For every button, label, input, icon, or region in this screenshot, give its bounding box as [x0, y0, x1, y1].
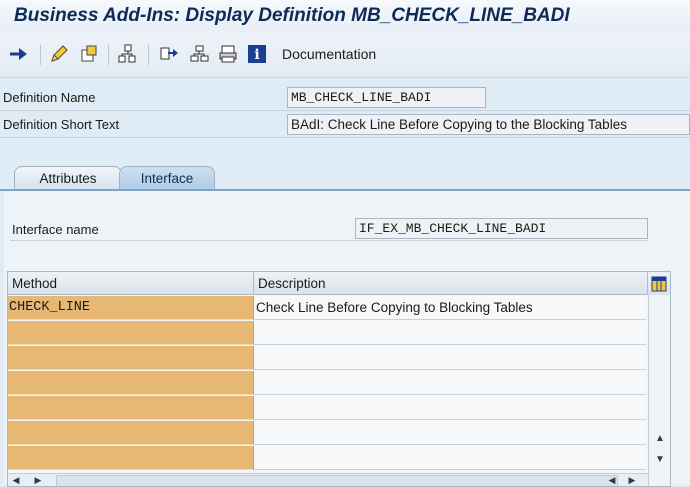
tab-attributes[interactable]: Attributes: [14, 166, 122, 190]
divider: [10, 240, 648, 241]
scroll-down-icon[interactable]: ▼: [652, 452, 668, 466]
documentation-button[interactable]: Documentation: [282, 46, 376, 62]
description-cell[interactable]: [254, 321, 646, 345]
method-cell[interactable]: [8, 321, 254, 345]
method-cell[interactable]: [8, 346, 254, 370]
toolbar-separator: [108, 45, 109, 65]
toolbar-separator: [148, 45, 149, 65]
tab-interface[interactable]: Interface: [119, 166, 215, 190]
interface-name-label: Interface name: [12, 222, 99, 237]
hierarchy-icon[interactable]: [188, 43, 210, 65]
description-cell[interactable]: Check Line Before Copying to Blocking Ta…: [254, 296, 646, 320]
interface-name-field[interactable]: IF_EX_MB_CHECK_LINE_BADI: [355, 218, 648, 239]
column-header-method[interactable]: Method: [8, 272, 254, 295]
method-cell[interactable]: [8, 446, 254, 470]
method-cell[interactable]: [8, 371, 254, 395]
method-cell[interactable]: CHECK_LINE: [8, 296, 254, 320]
horizontal-scroll-thumb[interactable]: [56, 475, 618, 486]
table-row[interactable]: [8, 346, 646, 371]
description-cell[interactable]: [254, 421, 646, 445]
table-row[interactable]: [8, 396, 646, 421]
description-cell[interactable]: [254, 446, 646, 470]
print-icon[interactable]: [217, 43, 239, 65]
toolbar-separator: [40, 45, 41, 65]
short-text-label: Definition Short Text: [3, 117, 120, 132]
vertical-scrollbar[interactable]: ▲ ▼: [648, 295, 670, 486]
method-cell[interactable]: [8, 396, 254, 420]
table-row[interactable]: [8, 446, 646, 471]
description-cell[interactable]: [254, 346, 646, 370]
table-row[interactable]: CHECK_LINE Check Line Before Copying to …: [8, 296, 646, 321]
where-used-icon[interactable]: [158, 43, 180, 65]
display-change-pencil-icon[interactable]: [48, 43, 70, 65]
definition-name-field[interactable]: MB_CHECK_LINE_BADI: [287, 87, 486, 108]
activate-icon[interactable]: [78, 43, 100, 65]
info-icon[interactable]: i: [246, 43, 268, 65]
description-cell[interactable]: [254, 371, 646, 395]
window-title: Business Add-Ins: Display Definition MB_…: [14, 5, 570, 26]
title-bar: Business Add-Ins: Display Definition MB_…: [0, 0, 690, 34]
tab-strip: Attributes Interface: [0, 166, 690, 191]
method-cell[interactable]: [8, 421, 254, 445]
table-row[interactable]: [8, 371, 646, 396]
description-cell[interactable]: [254, 396, 646, 420]
table-row[interactable]: [8, 321, 646, 346]
scroll-up-icon[interactable]: ▲: [652, 431, 668, 445]
application-toolbar: i Documentation: [0, 33, 690, 78]
table-row[interactable]: [8, 421, 646, 446]
svg-text:i: i: [254, 47, 259, 63]
other-object-icon[interactable]: [8, 43, 30, 65]
methods-table: Method Description CHECK_LINE Check Line…: [7, 271, 671, 487]
short-text-field[interactable]: BAdI: Check Line Before Copying to the B…: [287, 114, 690, 135]
divider: [0, 137, 690, 138]
divider: [0, 110, 690, 111]
object-list-icon[interactable]: [116, 43, 138, 65]
column-header-description[interactable]: Description: [254, 272, 648, 295]
table-settings-icon[interactable]: [648, 272, 670, 296]
definition-name-label: Definition Name: [3, 90, 96, 105]
